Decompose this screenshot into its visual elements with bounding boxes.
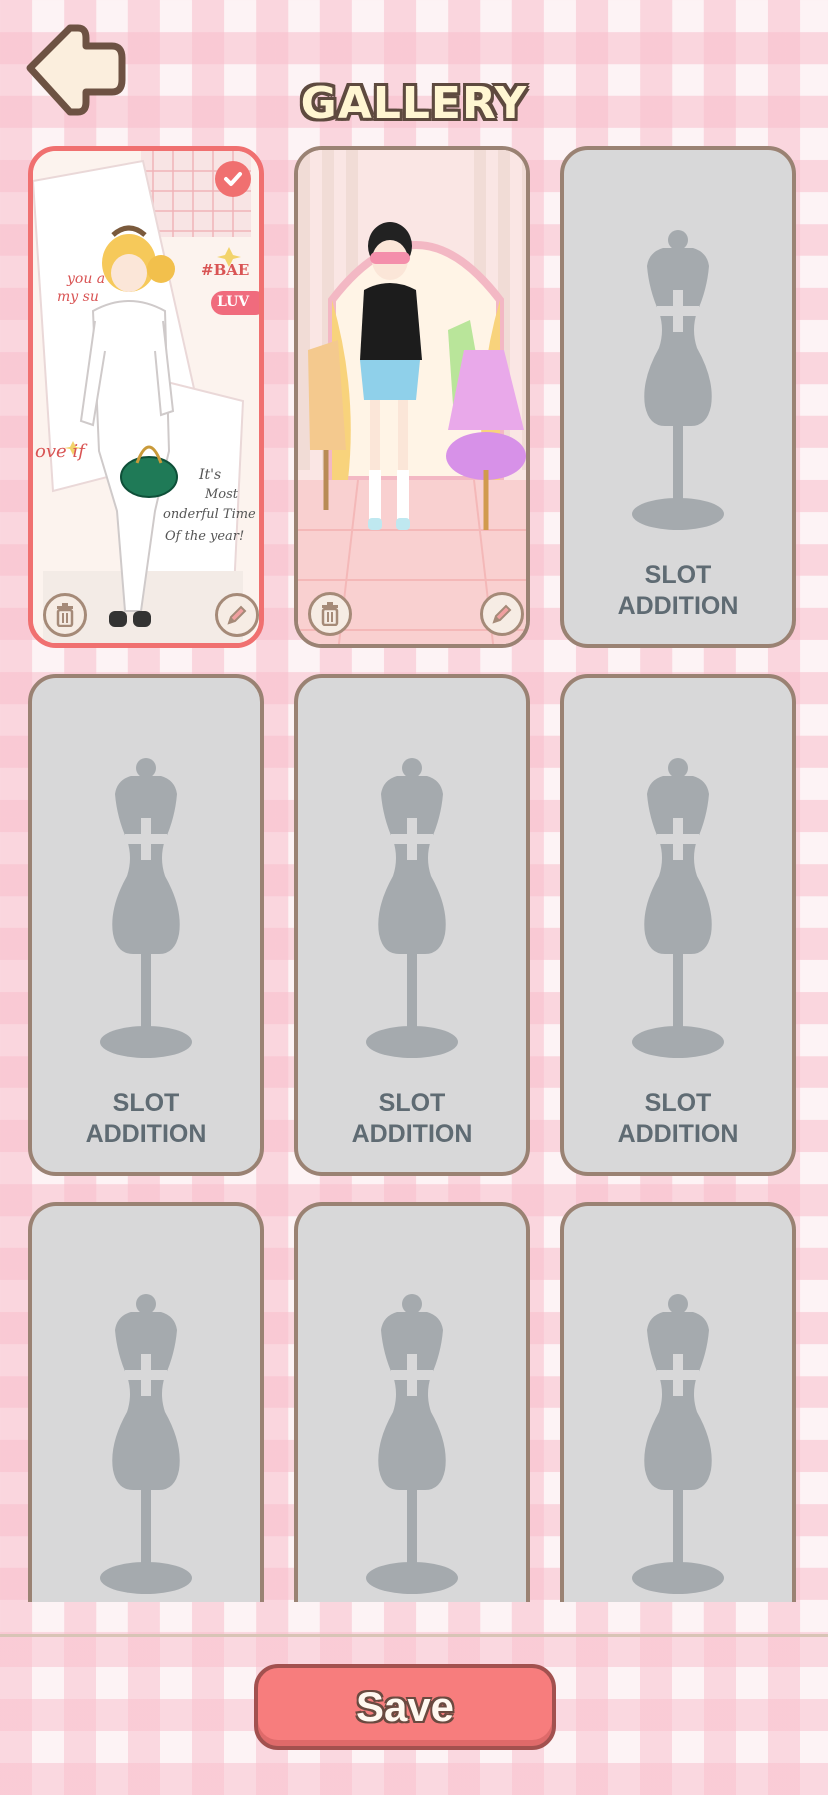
empty-slot-1[interactable]: SLOT ADDITION: [560, 146, 796, 648]
slot-addition-label: SLOT ADDITION: [85, 1089, 207, 1148]
mannequin-plus-icon: [100, 1294, 192, 1594]
scene-text-3: #BAE: [201, 261, 250, 279]
scene-text-2: my su: [57, 289, 99, 305]
empty-slot-4[interactable]: SLOT ADDITION: [560, 674, 796, 1176]
delete-outfit-button[interactable]: [308, 592, 352, 636]
empty-slot-5[interactable]: [28, 1202, 264, 1602]
slot-addition-label: SLOT ADDITION: [351, 1089, 473, 1148]
mannequin-plus-icon: [632, 758, 724, 1058]
empty-slot-7[interactable]: [560, 1202, 796, 1602]
scene-text-8: onderful Time: [163, 507, 256, 522]
empty-slot-2[interactable]: SLOT ADDITION: [28, 674, 264, 1176]
selected-check-badge: [215, 161, 251, 197]
pencil-icon: [227, 605, 247, 625]
edit-outfit-button[interactable]: [215, 593, 259, 637]
scene-text-7: Most: [205, 487, 239, 502]
slot-addition-label: SLOT ADDITION: [617, 1089, 739, 1148]
scene-text-5: ove if: [35, 441, 85, 462]
mannequin-plus-icon: [632, 1294, 724, 1594]
empty-slot-3[interactable]: SLOT ADDITION: [294, 674, 530, 1176]
mannequin-plus-icon: [366, 1294, 458, 1594]
checkmark-icon: [224, 172, 242, 186]
mannequin-plus-icon: [632, 230, 724, 530]
saved-outfit-slot-2[interactable]: [294, 146, 530, 648]
empty-slot-6[interactable]: [294, 1202, 530, 1602]
pencil-icon: [492, 604, 512, 624]
slot-addition-label: SLOT ADDITION: [617, 561, 739, 620]
trash-icon: [56, 603, 74, 627]
edit-outfit-button[interactable]: [480, 592, 524, 636]
outfit-scene-image: [298, 150, 526, 644]
scene-text-1: you a: [67, 271, 106, 287]
scene-text-9: Of the year!: [165, 529, 245, 544]
delete-outfit-button[interactable]: [43, 593, 87, 637]
mannequin-plus-icon: [366, 758, 458, 1058]
mannequin-plus-icon: [100, 758, 192, 1058]
trash-icon: [321, 602, 339, 626]
page-title: GALLERY: [300, 78, 528, 129]
scene-text-6: It's: [199, 467, 222, 483]
scene-text-4: LUV: [217, 294, 250, 310]
saved-outfit-slot-1[interactable]: you a my su #BAE LUV ove if It's Most on…: [28, 146, 264, 648]
outfit-scene-image: [33, 151, 259, 643]
save-button[interactable]: Save: [254, 1664, 556, 1750]
